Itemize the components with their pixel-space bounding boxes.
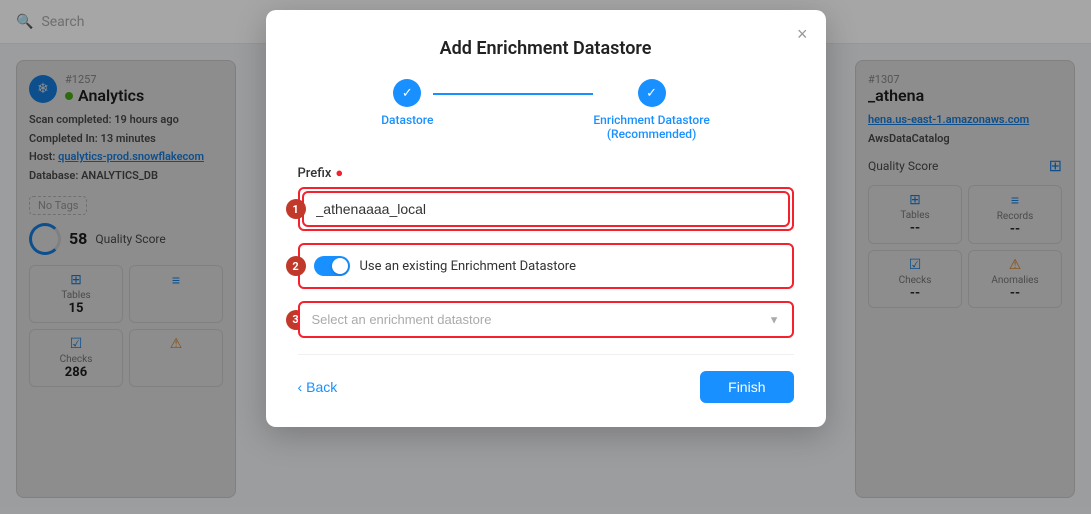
prefix-field-wrapper xyxy=(298,187,794,231)
enrichment-datastore-select[interactable]: Select an enrichment datastore xyxy=(300,303,792,336)
modal-footer: ‹ Back Finish xyxy=(298,371,794,403)
step-enrichment: ✓ Enrichment Datastore (Recommended) xyxy=(593,79,709,141)
step-number-2: 2 xyxy=(286,256,306,276)
modal-divider xyxy=(298,354,794,355)
close-button[interactable]: × xyxy=(797,24,808,45)
step-number-1: 1 xyxy=(286,199,306,219)
step2-circle: ✓ xyxy=(638,79,666,107)
step1-label: Datastore xyxy=(381,113,433,127)
dropdown-wrapper: Select an enrichment datastore ▼ xyxy=(298,301,794,338)
step2-label: Enrichment Datastore (Recommended) xyxy=(593,113,709,141)
prefix-field-group: 1 xyxy=(298,187,794,231)
toggle-label: Use an existing Enrichment Datastore xyxy=(360,259,576,274)
toggle-row: Use an existing Enrichment Datastore xyxy=(302,247,790,285)
enrichment-toggle[interactable] xyxy=(314,256,350,276)
modal-title: Add Enrichment Datastore xyxy=(298,38,794,59)
modal: × Add Enrichment Datastore ✓ Datastore ✓… xyxy=(266,10,826,427)
back-button[interactable]: ‹ Back xyxy=(298,379,338,395)
back-chevron-icon: ‹ xyxy=(298,379,303,395)
step-datastore: ✓ Datastore xyxy=(381,79,433,127)
prefix-label: Prefix ● xyxy=(298,165,794,181)
prefix-input[interactable] xyxy=(302,191,790,227)
toggle-thumb xyxy=(332,258,348,274)
dropdown-field-group: 3 Select an enrichment datastore ▼ xyxy=(298,301,794,338)
stepper: ✓ Datastore ✓ Enrichment Datastore (Reco… xyxy=(298,79,794,141)
required-indicator: ● xyxy=(335,165,343,181)
back-label: Back xyxy=(306,379,337,395)
step1-circle: ✓ xyxy=(393,79,421,107)
finish-button[interactable]: Finish xyxy=(700,371,793,403)
toggle-wrapper: Use an existing Enrichment Datastore xyxy=(298,243,794,289)
toggle-field-group: 2 Use an existing Enrichment Datastore xyxy=(298,243,794,289)
step-connector xyxy=(433,93,593,95)
